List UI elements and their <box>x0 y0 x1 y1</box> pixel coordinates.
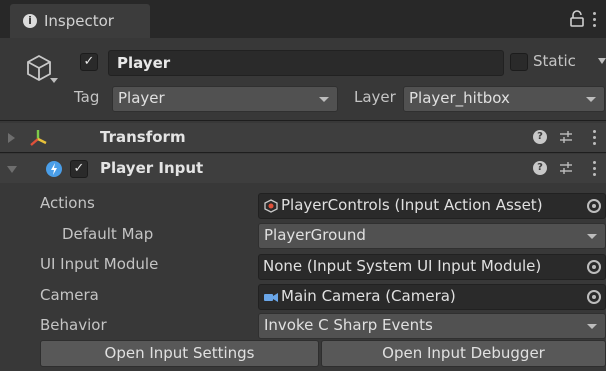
static-label: Static <box>533 52 576 70</box>
transform-header[interactable]: Transform ? <box>0 123 606 152</box>
camera-value-text: Main Camera (Camera) <box>281 287 456 305</box>
tab-bar: i Inspector <box>0 0 606 38</box>
open-input-debugger-button[interactable]: Open Input Debugger <box>321 340 606 367</box>
player-input-enabled-checkbox[interactable]: ✓ <box>70 160 88 178</box>
ui-input-module-field[interactable]: None (Input System UI Input Module) <box>258 254 606 280</box>
transform-icon <box>30 130 47 146</box>
ui-input-module-label: UI Input Module <box>40 255 159 273</box>
actions-value: PlayerControls (Input Action Asset) <box>263 196 543 214</box>
presets-icon[interactable] <box>558 129 574 145</box>
foldout-collapsed-icon[interactable] <box>8 133 15 143</box>
divider <box>0 152 606 153</box>
presets-icon[interactable] <box>558 160 574 176</box>
transform-title: Transform <box>100 128 186 146</box>
static-dropdown-icon[interactable] <box>598 58 606 64</box>
camera-value: Main Camera (Camera) <box>263 287 456 305</box>
ui-input-module-value: None (Input System UI Input Module) <box>263 257 542 275</box>
default-map-label: Default Map <box>62 225 154 243</box>
default-map-value: PlayerGround <box>264 226 366 244</box>
camera-label: Camera <box>40 286 99 304</box>
actions-label: Actions <box>40 194 95 212</box>
default-map-dropdown[interactable]: PlayerGround <box>258 223 606 249</box>
inspector-window: i Inspector ✓ Player Static Tag Player L… <box>0 0 606 371</box>
tab-label: Inspector <box>44 12 114 30</box>
behavior-label: Behavior <box>40 316 107 334</box>
chevron-down-icon <box>319 97 329 102</box>
help-icon[interactable]: ? <box>533 130 547 144</box>
gameobject-active-checkbox[interactable]: ✓ <box>80 53 98 71</box>
actions-value-text: PlayerControls (Input Action Asset) <box>281 196 543 214</box>
icon-dropdown-caret-icon[interactable] <box>50 78 58 83</box>
more-options-icon[interactable] <box>593 161 597 177</box>
help-icon[interactable]: ? <box>533 161 547 175</box>
player-input-title: Player Input <box>100 159 204 177</box>
behavior-dropdown[interactable]: Invoke C Sharp Events <box>258 313 606 339</box>
camera-icon <box>264 292 278 302</box>
open-input-settings-button[interactable]: Open Input Settings <box>40 340 319 367</box>
layer-value: Player_hitbox <box>409 89 510 107</box>
more-options-icon[interactable] <box>593 130 597 146</box>
object-picker-icon[interactable] <box>587 260 601 274</box>
foldout-expanded-icon[interactable] <box>7 166 17 173</box>
gameobject-name-field[interactable]: Player <box>108 50 504 76</box>
camera-field[interactable]: Main Camera (Camera) <box>258 284 606 310</box>
tag-label: Tag <box>74 88 100 106</box>
layer-dropdown[interactable]: Player_hitbox <box>403 86 605 112</box>
input-action-asset-icon <box>264 198 278 213</box>
tab-menu-icon[interactable] <box>593 12 597 28</box>
chevron-down-icon <box>587 234 597 239</box>
object-picker-icon[interactable] <box>587 290 601 304</box>
chevron-down-icon <box>586 97 596 102</box>
gameobject-name-value: Player <box>117 54 171 72</box>
player-input-header[interactable]: ✓ Player Input ? <box>0 154 606 183</box>
lock-icon[interactable] <box>568 10 586 28</box>
static-checkbox[interactable] <box>510 53 528 71</box>
object-picker-icon[interactable] <box>587 199 601 213</box>
divider <box>0 120 606 121</box>
layer-label: Layer <box>354 88 396 106</box>
tab-inspector[interactable]: i Inspector <box>10 4 150 38</box>
tag-dropdown[interactable]: Player <box>112 86 338 112</box>
actions-field[interactable]: PlayerControls (Input Action Asset) <box>258 193 606 219</box>
chevron-down-icon <box>587 324 597 329</box>
player-input-icon <box>46 161 62 177</box>
behavior-value: Invoke C Sharp Events <box>264 316 433 334</box>
tag-value: Player <box>118 89 165 107</box>
info-icon: i <box>23 14 37 28</box>
